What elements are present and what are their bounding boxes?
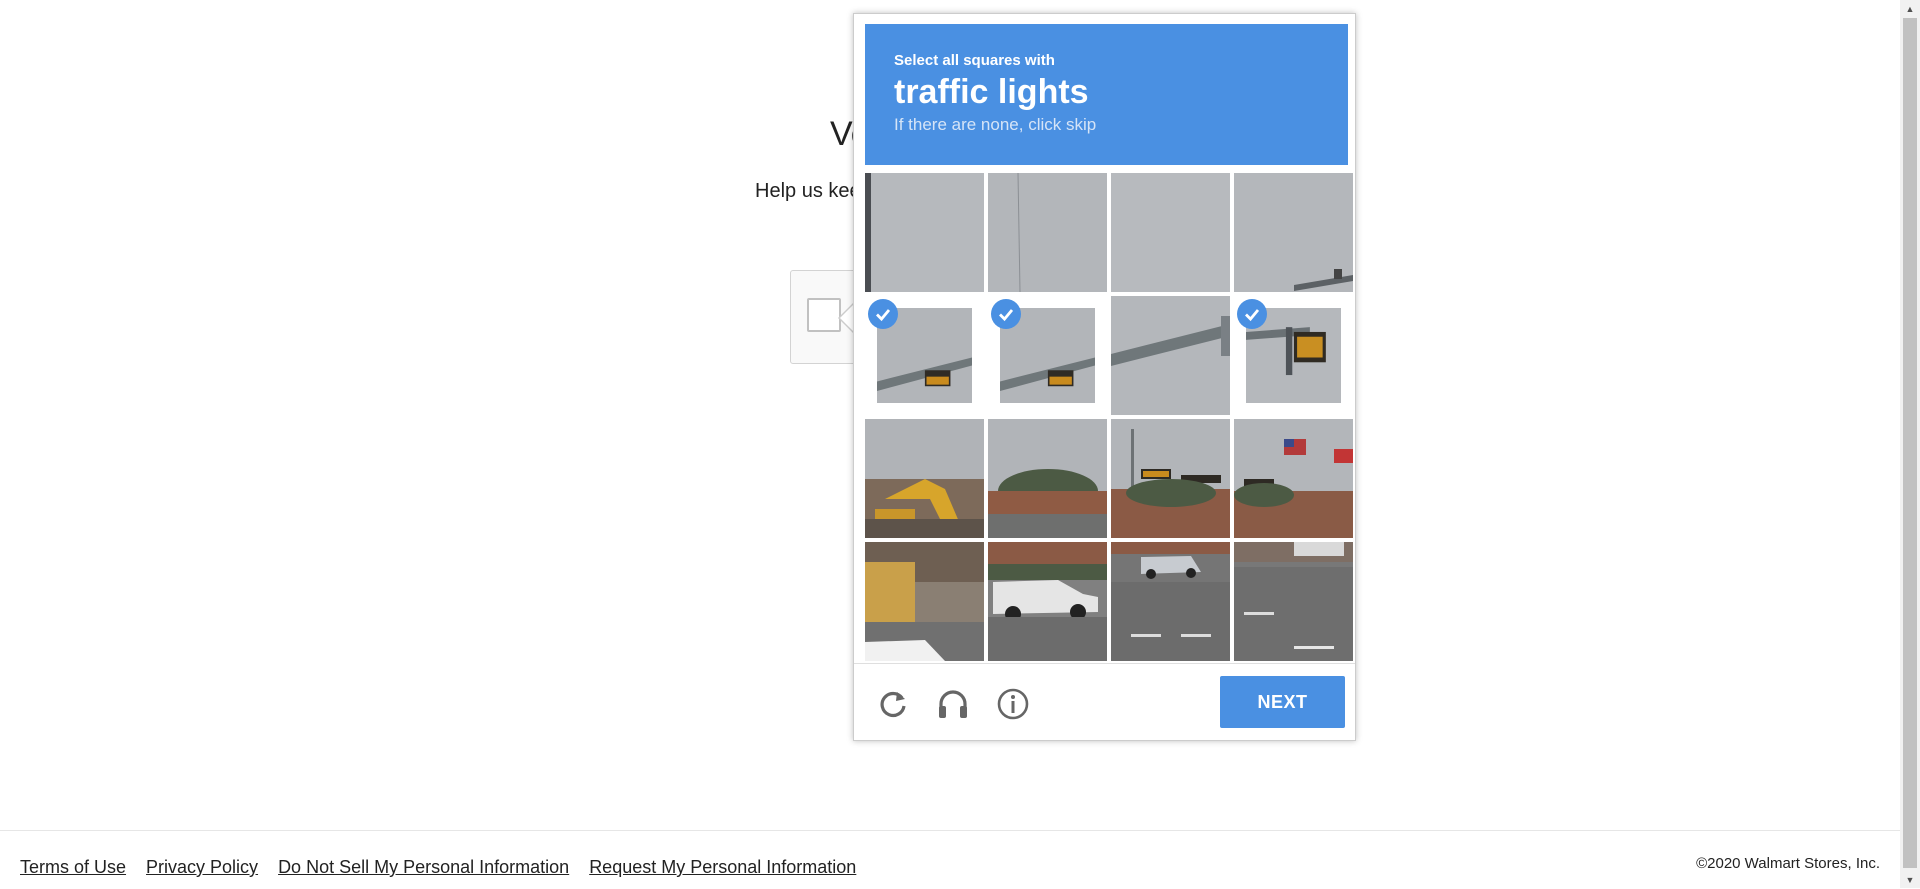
scroll-up-arrow-icon[interactable]: ▲ [1900, 0, 1920, 17]
captcha-tile[interactable] [1234, 542, 1353, 661]
checkmark-icon [991, 299, 1021, 329]
captcha-tile-image [1111, 173, 1230, 292]
captcha-tile-image [1234, 173, 1353, 292]
captcha-tile-image [865, 542, 984, 661]
captcha-tile-selected[interactable] [865, 296, 984, 415]
info-icon[interactable] [995, 686, 1031, 722]
next-button[interactable]: NEXT [1220, 676, 1345, 728]
captcha-tile[interactable] [1111, 419, 1230, 538]
footer-link-request-info[interactable]: Request My Personal Information [589, 857, 856, 878]
captcha-pointer [838, 303, 854, 333]
scroll-thumb[interactable] [1903, 18, 1917, 868]
captcha-tile[interactable] [865, 419, 984, 538]
captcha-footer: NEXT [854, 663, 1355, 741]
captcha-tile[interactable] [1111, 296, 1230, 415]
footer-link-do-not-sell[interactable]: Do Not Sell My Personal Information [278, 857, 569, 878]
captcha-header: Select all squares with traffic lights I… [865, 24, 1348, 165]
captcha-tile[interactable] [1234, 419, 1353, 538]
captcha-tile-image [1111, 296, 1230, 415]
footer-link-privacy[interactable]: Privacy Policy [146, 857, 258, 878]
captcha-instruction: Select all squares with [894, 52, 1055, 69]
captcha-hint: If there are none, click skip [894, 115, 1097, 134]
captcha-tile[interactable] [1234, 173, 1353, 292]
scroll-down-arrow-icon[interactable]: ▼ [1900, 871, 1920, 888]
copyright: ©2020 Walmart Stores, Inc. [1696, 855, 1880, 872]
captcha-tile-image [1234, 419, 1353, 538]
captcha-tile-image [1111, 542, 1230, 661]
captcha-tile-image [865, 173, 984, 292]
captcha-target: traffic lights [894, 73, 1089, 111]
captcha-tile-image [1234, 542, 1353, 661]
captcha-tile-image [1111, 419, 1230, 538]
captcha-grid [865, 173, 1353, 661]
reload-icon[interactable] [875, 686, 911, 722]
captcha-tile-image [988, 419, 1107, 538]
page-scrollbar[interactable]: ▲ ▼ [1900, 0, 1920, 888]
audio-challenge-icon[interactable] [935, 686, 971, 722]
recaptcha-checkbox[interactable] [807, 298, 841, 332]
footer-links: Terms of Use Privacy Policy Do Not Sell … [20, 857, 856, 878]
captcha-tile-image [865, 419, 984, 538]
captcha-tile-selected[interactable] [1234, 296, 1353, 415]
captcha-tile[interactable] [865, 173, 984, 292]
footer-link-terms[interactable]: Terms of Use [20, 857, 126, 878]
page-subtitle: Help us kee [755, 180, 861, 202]
checkmark-icon [1237, 299, 1267, 329]
captcha-tile-image [988, 173, 1107, 292]
captcha-tile[interactable] [988, 419, 1107, 538]
captcha-challenge: Select all squares with traffic lights I… [853, 13, 1356, 741]
checkmark-icon [868, 299, 898, 329]
captcha-tile[interactable] [1111, 542, 1230, 661]
captcha-tile-image [988, 542, 1107, 661]
captcha-tile[interactable] [988, 173, 1107, 292]
captcha-tile[interactable] [1111, 173, 1230, 292]
captcha-tile[interactable] [865, 542, 984, 661]
site-footer: Terms of Use Privacy Policy Do Not Sell … [0, 830, 1900, 889]
captcha-tile-selected[interactable] [988, 296, 1107, 415]
captcha-tile[interactable] [988, 542, 1107, 661]
